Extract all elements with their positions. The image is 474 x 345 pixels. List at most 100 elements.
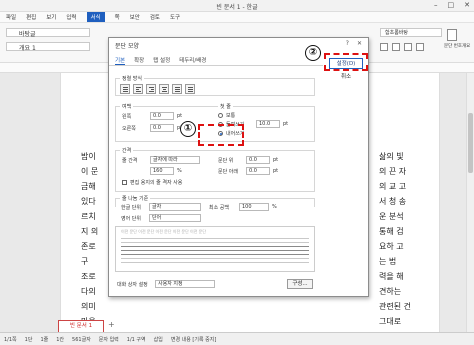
style-sample-label: 개요 1 xyxy=(19,45,36,52)
minimize-button[interactable]: – xyxy=(434,1,438,9)
document-line-right: 는 법 xyxy=(379,257,397,266)
menu-view[interactable]: 보기 xyxy=(46,13,56,21)
space-after-label: 문단 아래 xyxy=(218,169,238,175)
document-line-right: 통해 검 xyxy=(379,227,404,236)
align-distribute-icon[interactable] xyxy=(172,84,182,94)
underline-icon[interactable] xyxy=(404,43,412,51)
scroll-thumb[interactable] xyxy=(468,113,473,173)
add-tab-button[interactable]: + xyxy=(108,320,115,329)
space-before-unit: pt xyxy=(273,157,279,163)
help-icon[interactable]: ? xyxy=(346,40,349,47)
status-item: 1칸 xyxy=(56,336,65,343)
style-select[interactable]: 바탕글 xyxy=(6,28,90,38)
space-before-label: 문단 위 xyxy=(218,158,234,164)
document-line-right: 운 분석 xyxy=(379,212,404,221)
status-item: 변경 내용 [기록 중지] xyxy=(170,336,217,343)
tab-basic[interactable]: 기본 xyxy=(115,54,126,65)
italic-icon[interactable] xyxy=(392,43,400,51)
document-line-right: 의 끈 자 xyxy=(379,167,407,176)
line-break-section-label: 줄 나눔 기준 xyxy=(120,195,151,202)
document-line-right: 의 교 고 xyxy=(379,182,407,191)
menu-file[interactable]: 파일 xyxy=(6,13,16,21)
font-select[interactable]: 함초롬바탕 xyxy=(380,28,442,37)
window-title: 빈 문서 1 - 한글 xyxy=(216,4,258,11)
grid-checkbox[interactable] xyxy=(122,180,127,185)
preview-box: 이전 문단 이전 문단 이전 문단 이전 문단 이전 문단 xyxy=(115,226,315,272)
vertical-scrollbar[interactable] xyxy=(466,73,474,332)
line-spacing-type-select[interactable]: 글자에 따라 xyxy=(150,156,200,164)
outdent-highlight xyxy=(198,124,244,146)
right-margin-input[interactable]: 0.0 xyxy=(150,124,174,132)
menu-format[interactable]: 서식 xyxy=(86,12,105,22)
status-item: 1/1쪽 xyxy=(4,336,17,343)
bold-icon[interactable] xyxy=(380,43,388,51)
paragraph-number-icon[interactable] xyxy=(447,29,457,41)
status-item: 561글자 xyxy=(72,336,91,343)
first-line-label: 첫 줄 xyxy=(218,103,233,110)
dialog-tabs: 기본 확장 탭 설정 테두리/배경 xyxy=(109,54,323,66)
tab-extended[interactable]: 확장 xyxy=(134,54,144,65)
compose-button[interactable]: 구성... xyxy=(287,279,313,289)
korean-unit-label: 한글 단위 xyxy=(121,205,141,211)
status-item: 삽입 xyxy=(153,336,163,343)
menu-review[interactable]: 검토 xyxy=(150,13,160,21)
menu-tools[interactable]: 도구 xyxy=(170,13,180,21)
document-line-right: 견하는 xyxy=(379,287,402,296)
status-item: 문자 입력 xyxy=(98,336,119,343)
space-after-input[interactable]: 0.0 xyxy=(246,167,270,175)
document-line-left: 조로 xyxy=(81,272,96,281)
align-justify-icon[interactable] xyxy=(120,84,130,94)
status-item: 1/1 구역 xyxy=(126,336,146,343)
menu-security[interactable]: 보안 xyxy=(130,13,140,21)
document-line-left: 금해 xyxy=(81,182,96,191)
align-divide-icon[interactable] xyxy=(185,84,195,94)
menu-edit[interactable]: 편집 xyxy=(26,13,36,21)
tab-border-background[interactable]: 테두리/배경 xyxy=(179,54,206,65)
align-left-icon[interactable] xyxy=(133,84,143,94)
status-item: 1단 xyxy=(24,336,33,343)
preview-text: 이전 문단 이전 문단 이전 문단 이전 문단 이전 문단 xyxy=(121,229,207,234)
min-space-input[interactable]: 100 xyxy=(239,203,269,211)
document-line-right: 력을 해 xyxy=(379,272,404,281)
cancel-button[interactable]: 취소 xyxy=(329,73,363,83)
document-line-left: 의미 xyxy=(81,302,96,311)
document-line-right: 그대로 xyxy=(379,317,402,326)
align-right-icon[interactable] xyxy=(146,84,156,94)
document-tab[interactable]: 빈 문서 1 xyxy=(58,320,104,332)
menu-page[interactable]: 쪽 xyxy=(115,13,120,21)
document-line-right: 관련된 건 xyxy=(379,302,411,311)
document-line-left: 있다 xyxy=(81,197,96,206)
document-line-left: 밤이 xyxy=(81,152,96,161)
font-name: 함초롬바탕 xyxy=(385,30,409,36)
margin-section-label: 여백 xyxy=(120,103,134,110)
document-line-left: 르치 xyxy=(81,212,96,221)
menu-insert[interactable]: 입력 xyxy=(66,13,76,21)
maximize-button[interactable]: □ xyxy=(448,1,455,9)
document-line-left: 구 xyxy=(81,257,89,266)
paragraph-shape-dialog: 문단 모양 ? ✕ 기본 확장 탭 설정 테두리/배경 정렬 방식 여백 왼쪽 … xyxy=(108,37,369,297)
indent-value-input[interactable]: 10.0 xyxy=(256,120,280,128)
style-sample[interactable]: 개요 1 xyxy=(6,42,90,52)
font-color-icon[interactable] xyxy=(416,43,424,51)
close-icon[interactable]: ✕ xyxy=(357,40,362,47)
indent-unit: pt xyxy=(283,121,289,127)
grid-checkbox-label: 편집 용지의 줄 격자 사용 xyxy=(130,180,183,186)
document-line-right: 삶의 빛 xyxy=(379,152,404,161)
space-before-input[interactable]: 0.0 xyxy=(246,156,270,164)
english-unit-select[interactable]: 단어 xyxy=(149,214,201,222)
status-bar: 1/1쪽 1단 1줄 1칸 561글자 문자 입력 1/1 구역 삽입 변경 내용 [기록 중지… xyxy=(0,332,474,345)
min-space-unit: % xyxy=(272,204,277,210)
korean-unit-select[interactable]: 글자 xyxy=(149,203,201,211)
line-spacing-input[interactable]: 160 xyxy=(150,167,174,175)
status-item: 1줄 xyxy=(40,336,49,343)
dialog-settings-select[interactable]: 사용자 지정 xyxy=(155,280,215,288)
normal-radio[interactable] xyxy=(218,113,223,118)
close-window-button[interactable]: ✕ xyxy=(464,1,470,9)
align-center-icon[interactable] xyxy=(159,84,169,94)
document-line-left: 존로 xyxy=(81,242,96,251)
tab-tab-settings[interactable]: 탭 설정 xyxy=(153,54,170,65)
marker-1: ① xyxy=(180,121,196,137)
left-margin-input[interactable]: 0.0 xyxy=(150,112,174,120)
set-button-highlight xyxy=(324,53,368,71)
spacing-section: 간격 줄 간격 글자에 따라 160 % 문단 위 0.0 pt 문단 아래 0… xyxy=(115,147,315,192)
